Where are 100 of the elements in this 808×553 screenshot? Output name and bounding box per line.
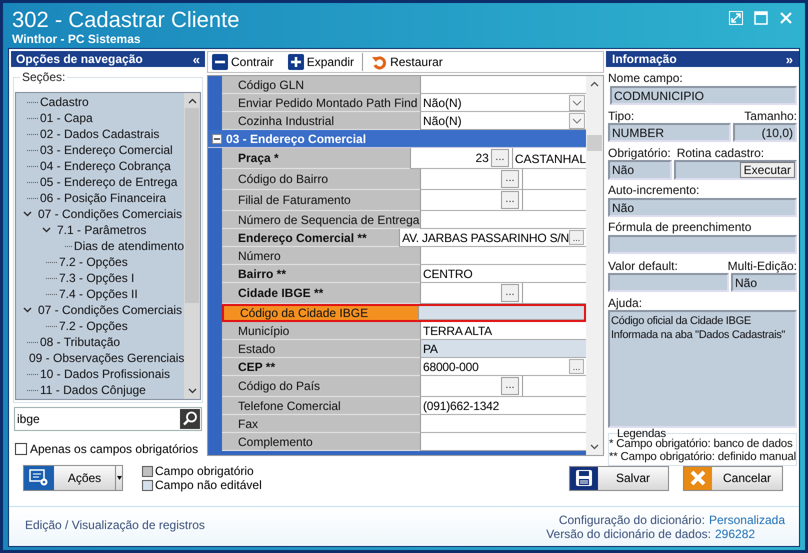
field-input[interactable]: ... (420, 190, 586, 211)
tree-item[interactable]: Dias de atendimento (74, 238, 184, 254)
field-input[interactable]: 23 ... CASTANHAL (410, 148, 586, 169)
checkbox[interactable] (15, 443, 27, 455)
field-input[interactable] (420, 433, 586, 451)
field-label: Código do País (222, 376, 420, 397)
collapse-button[interactable]: Contrair (211, 53, 275, 71)
field-input[interactable]: ... (420, 283, 586, 304)
collapse-button[interactable]: « (192, 52, 200, 66)
field-label: Fax (222, 415, 420, 433)
readonly-field: CODMUNICIPIO (610, 86, 797, 105)
maximize-icon[interactable] (754, 11, 768, 25)
field-label: Município (222, 322, 420, 340)
tree-item[interactable]: 05 - Endereço de Entrega (40, 174, 178, 190)
field-input[interactable]: TERRA ALTA (420, 322, 586, 340)
tree-item[interactable]: 10 - Dados Profissionais (40, 366, 170, 382)
scroll-thumb[interactable] (587, 135, 602, 151)
readonly-field: Não (731, 273, 797, 292)
field-input[interactable]: PA (420, 340, 586, 358)
tree-item[interactable]: 11 - Dados Cônjuge (40, 382, 146, 398)
undo-icon (371, 54, 388, 70)
tree-item[interactable]: 02 - Dados Cadastrais (40, 126, 160, 142)
ellipsis-button[interactable]: ... (501, 191, 519, 209)
dropdown-icon[interactable] (569, 112, 585, 128)
field-input[interactable] (420, 211, 586, 229)
ellipsis-button[interactable]: ... (569, 359, 584, 374)
field-input[interactable]: CENTRO (420, 265, 586, 283)
collapse-icon[interactable] (212, 134, 222, 144)
scroll-thumb[interactable] (185, 108, 199, 303)
field-label: Filial de Faturamento (222, 190, 420, 211)
tree-item[interactable]: 01 - Capa (40, 110, 93, 126)
tree-item[interactable]: 09 - Observações Gerenciais (29, 350, 184, 366)
ellipsis-button[interactable]: ... (501, 284, 519, 302)
ellipsis-button[interactable]: ... (501, 377, 519, 395)
field-label: Rotina cadastro: (676, 146, 764, 160)
panel-title: Opções de navegação (16, 51, 143, 68)
close-icon[interactable] (779, 11, 793, 25)
field-label: Nome campo: (608, 71, 684, 85)
field-label: Obrigatório: (608, 146, 671, 160)
field-label: Fórmula de preenchimento (608, 220, 752, 234)
ellipsis-button[interactable]: ... (569, 230, 584, 245)
field-label: Tamanho: (744, 109, 797, 123)
tree-item[interactable]: 07 - Condições Comerciais (38, 302, 182, 318)
field-input[interactable]: Não(N) (420, 112, 586, 130)
section-header[interactable]: 03 - Endereço Comercial (208, 130, 586, 148)
checkbox-label[interactable]: Apenas os campos obrigatórios (30, 440, 198, 458)
chevron-icon[interactable] (23, 211, 32, 217)
expand-button[interactable]: » (786, 52, 793, 66)
search-icon[interactable] (180, 409, 200, 429)
ellipsis-button[interactable]: ... (501, 170, 519, 188)
legend-label: Campo não editável (155, 478, 262, 492)
readonly-field: Não (608, 198, 797, 217)
tree-item[interactable]: 7.2 - Opções (59, 254, 128, 270)
dropdown-icon[interactable] (569, 94, 585, 110)
selected-row[interactable]: Código da Cidade IBGE (222, 304, 586, 322)
field-input[interactable]: (091)662-1342 (420, 397, 586, 415)
scrollbar[interactable] (184, 93, 200, 399)
actions-button[interactable]: Ações (23, 465, 123, 491)
status-text: Edição / Visualização de registros (25, 516, 205, 534)
cancel-button[interactable]: Cancelar (683, 466, 783, 490)
field-label: Auto-incremento: (608, 183, 700, 197)
field-input[interactable]: Não(N) (420, 94, 586, 112)
tree-item[interactable]: 7.3 - Opções I (59, 270, 134, 286)
save-button[interactable]: Salvar (569, 466, 669, 490)
field-input[interactable]: 68000-000 ... (420, 358, 586, 376)
field-input[interactable] (420, 247, 586, 265)
tree-item[interactable]: 04 - Endereço Cobrança (40, 158, 171, 174)
chevron-icon[interactable] (42, 227, 51, 233)
tree-item[interactable]: 7.1 - Parâmetros (57, 222, 146, 238)
tree-item[interactable]: 07 - Condições Comerciais (38, 206, 182, 222)
search-field[interactable]: ibge (14, 407, 202, 431)
tree-item[interactable]: 08 - Tributação (40, 334, 120, 350)
readonly-field: NUMBER (608, 123, 731, 142)
tree-item[interactable]: 7.4 - Opções II (59, 286, 138, 302)
expand-icon[interactable] (729, 11, 743, 25)
field-input[interactable]: ... (420, 376, 586, 397)
field-label: Ajuda: (608, 296, 644, 310)
legend-label: Campo obrigatório (155, 464, 254, 478)
scroll-up-icon[interactable] (188, 98, 196, 104)
tree-item[interactable]: 06 - Posição Financeira (40, 190, 166, 206)
chevron-icon[interactable] (23, 307, 32, 313)
tree-item[interactable]: 7.2 - Opções (59, 318, 128, 334)
restore-button[interactable]: Restaurar (370, 53, 444, 71)
field-input[interactable] (418, 306, 584, 320)
expand-button[interactable]: Expandir (286, 53, 356, 71)
tree-item[interactable]: 03 - Endereço Comercial (40, 142, 173, 158)
field-label: Código do Bairro (222, 169, 420, 190)
execute-button[interactable]: Executar (740, 162, 795, 178)
scroll-up-icon[interactable] (590, 81, 599, 87)
scroll-down-icon[interactable] (590, 444, 599, 450)
field-input[interactable]: ... (420, 169, 586, 190)
field-input[interactable]: AV. JARBAS PASSARINHO S/N ... (399, 229, 586, 247)
scroll-down-icon[interactable] (188, 388, 196, 394)
ellipsis-button[interactable]: ... (490, 149, 509, 167)
tree-item[interactable]: Cadastro (40, 94, 89, 110)
field-input[interactable] (420, 415, 586, 433)
scrollbar[interactable] (586, 76, 603, 455)
field-input[interactable] (420, 76, 586, 94)
field-label: Multi-Edição: (728, 259, 797, 273)
field-label: Código GLN (222, 76, 420, 94)
